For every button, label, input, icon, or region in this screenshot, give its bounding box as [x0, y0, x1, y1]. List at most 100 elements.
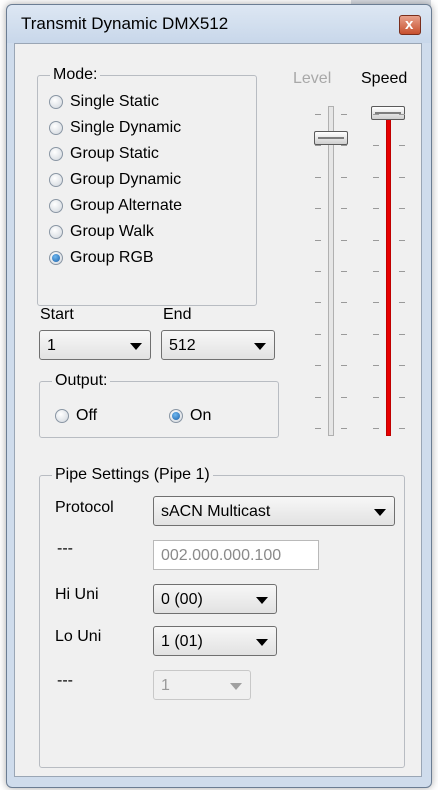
end-label: End — [163, 306, 192, 323]
window-title: Transmit Dynamic DMX512 — [21, 14, 229, 33]
level-slider-tick — [341, 334, 347, 335]
mode-option-label: Group RGB — [70, 249, 154, 266]
speed-slider-tick — [373, 177, 379, 178]
mode-option-radio[interactable]: Group Dynamic — [49, 168, 181, 192]
speed-slider-tick — [373, 271, 379, 272]
lo-uni-select-value: 1 (01) — [161, 633, 203, 650]
mode-option-radio[interactable]: Single Static — [49, 90, 159, 114]
chevron-down-icon — [374, 509, 386, 516]
protocol-select[interactable]: sACN Multicast — [153, 496, 395, 526]
chevron-down-icon — [254, 343, 266, 350]
level-slider-tick — [315, 208, 321, 209]
level-slider-tick — [341, 114, 347, 115]
level-slider-tick — [315, 240, 321, 241]
level-slider-tick — [341, 428, 347, 429]
radio-indicator[interactable] — [49, 251, 63, 265]
radio-indicator[interactable] — [49, 225, 63, 239]
mode-option-radio[interactable]: Group Alternate — [49, 194, 182, 218]
speed-slider-tick — [399, 271, 405, 272]
end-select[interactable]: 512 — [161, 330, 275, 360]
speed-label: Speed — [361, 70, 408, 87]
mode-option-label: Group Dynamic — [70, 171, 182, 188]
level-slider-tick — [315, 145, 321, 146]
lo-uni-label: Lo Uni — [55, 628, 102, 645]
mode-option-label: Group Walk — [70, 223, 154, 240]
extra-select: 1 — [153, 670, 251, 700]
output-on-radio[interactable]: On — [169, 404, 211, 428]
output-on-label: On — [190, 407, 212, 424]
radio-indicator[interactable] — [49, 121, 63, 135]
speed-slider-tick — [399, 145, 405, 146]
speed-slider-tick — [373, 365, 379, 366]
mode-option-radio[interactable]: Group RGB — [49, 246, 154, 270]
level-slider-tick — [315, 334, 321, 335]
lo-uni-select[interactable]: 1 (01) — [153, 626, 277, 656]
mode-option-radio[interactable]: Group Walk — [49, 220, 154, 244]
start-select[interactable]: 1 — [39, 330, 151, 360]
extra-label: --- — [57, 672, 73, 689]
protocol-select-value: sACN Multicast — [161, 503, 271, 520]
ip-address-field[interactable]: 002.000.000.100 — [153, 540, 319, 570]
mode-option-radio[interactable]: Group Static — [49, 142, 159, 166]
level-slider-tick — [315, 271, 321, 272]
level-slider-handle[interactable] — [314, 131, 348, 145]
speed-slider-tick — [373, 302, 379, 303]
output-off-radio[interactable]: Off — [55, 404, 97, 428]
speed-slider-tick — [399, 240, 405, 241]
level-slider-tick — [315, 114, 321, 115]
speed-slider-tick — [399, 114, 405, 115]
dialog-window: Transmit Dynamic DMX512 x Mode: Start En… — [6, 4, 432, 788]
radio-indicator[interactable] — [49, 147, 63, 161]
mode-option-label: Group Alternate — [70, 197, 183, 214]
address-label: --- — [57, 540, 73, 557]
speed-slider-tick — [373, 397, 379, 398]
speed-slider-tick — [399, 302, 405, 303]
title-bar[interactable]: Transmit Dynamic DMX512 x — [7, 5, 431, 43]
radio-indicator[interactable] — [49, 95, 63, 109]
speed-slider-tick — [373, 145, 379, 146]
level-slider-tick — [341, 271, 347, 272]
radio-indicator[interactable] — [55, 409, 69, 423]
speed-slider-tick — [399, 428, 405, 429]
level-slider-tick — [341, 145, 347, 146]
radio-indicator[interactable] — [169, 409, 183, 423]
mode-option-radio[interactable]: Single Dynamic — [49, 116, 181, 140]
end-select-value: 512 — [169, 337, 196, 354]
radio-indicator[interactable] — [49, 199, 63, 213]
speed-slider-tick — [373, 240, 379, 241]
level-slider-tick — [315, 302, 321, 303]
level-slider-tick — [315, 365, 321, 366]
hi-uni-select[interactable]: 0 (00) — [153, 584, 277, 614]
level-slider-tick — [341, 302, 347, 303]
level-slider-tick — [341, 208, 347, 209]
pipe-settings-legend: Pipe Settings (Pipe 1) — [55, 466, 210, 483]
radio-indicator[interactable] — [49, 173, 63, 187]
ip-address-value: 002.000.000.100 — [161, 547, 282, 564]
speed-slider-tick — [399, 177, 405, 178]
level-slider-tick — [341, 365, 347, 366]
level-label: Level — [293, 70, 332, 87]
level-slider-tick — [341, 177, 347, 178]
chevron-down-icon — [130, 343, 142, 350]
speed-slider-tick — [373, 428, 379, 429]
speed-slider-track[interactable] — [386, 106, 391, 436]
mode-option-label: Single Static — [70, 93, 159, 110]
level-slider-track[interactable] — [328, 106, 334, 436]
mode-legend: Mode: — [53, 66, 98, 83]
level-slider-tick — [315, 177, 321, 178]
level-slider-tick — [315, 397, 321, 398]
speed-slider-tick — [373, 208, 379, 209]
protocol-label: Protocol — [55, 499, 114, 516]
speed-slider-handle[interactable] — [371, 106, 405, 120]
mode-option-label: Group Static — [70, 145, 159, 162]
level-slider-tick — [315, 428, 321, 429]
dialog-client-area: Mode: Start End 1 512 Output: Off On Lev… — [14, 43, 422, 777]
close-button[interactable]: x — [399, 15, 421, 35]
output-legend: Output: — [55, 372, 108, 389]
level-slider-tick — [341, 397, 347, 398]
speed-slider-tick — [399, 208, 405, 209]
extra-select-value: 1 — [161, 677, 170, 694]
output-off-label: Off — [76, 407, 98, 424]
chevron-down-icon — [230, 683, 242, 690]
start-label: Start — [40, 306, 74, 323]
